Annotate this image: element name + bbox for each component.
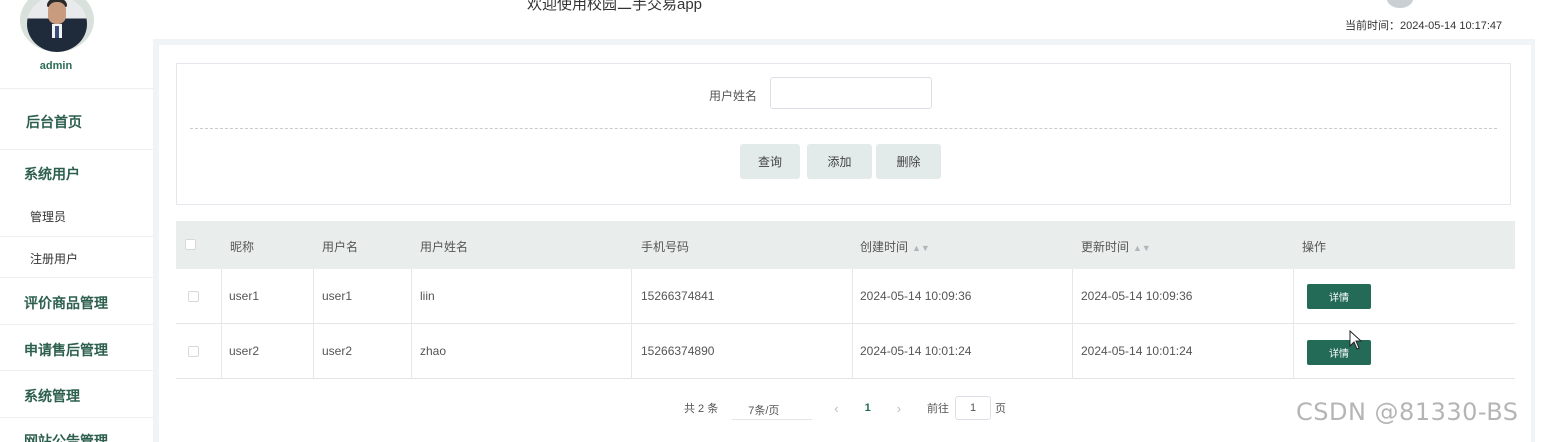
query-button-label: 查询 xyxy=(757,155,782,169)
column-header-updated[interactable]: 更新时间 ▲▼ xyxy=(1081,238,1151,255)
cell-updated: 2024-05-14 10:09:36 xyxy=(1081,289,1193,303)
prev-page-icon[interactable]: ‹ xyxy=(834,401,838,416)
cell-divider xyxy=(1293,269,1294,324)
column-header: 用户姓名 xyxy=(420,240,469,254)
cell-updated: 2024-05-14 10:01:24 xyxy=(1081,344,1193,358)
sidebar-item-review-goods[interactable]: 评价商品管理 xyxy=(0,278,153,325)
cell-phone: 15266374841 xyxy=(641,289,715,303)
pagination-total: 共 2 条 xyxy=(684,403,719,415)
sidebar-item-label: 评价商品管理 xyxy=(24,295,108,311)
time-label: 当前时间： xyxy=(1345,20,1400,32)
cell-username: user2 xyxy=(322,344,353,358)
watermark: CSDN @81330-BS xyxy=(1296,398,1519,426)
query-button[interactable]: 查询 xyxy=(740,144,800,179)
cell-nickname: user2 xyxy=(229,344,260,358)
select-all-checkbox[interactable] xyxy=(185,239,196,250)
time-value: 2024-05-14 10:17:47 xyxy=(1400,20,1503,32)
cell-divider xyxy=(411,269,412,324)
sidebar-subitem-label: 注册用户 xyxy=(30,252,79,266)
mouse-cursor-icon xyxy=(1349,330,1363,350)
cell-divider xyxy=(852,269,853,324)
cell-realname: zhao xyxy=(420,344,447,358)
avatar[interactable] xyxy=(20,0,94,52)
column-header-label: 更新时间 xyxy=(1081,240,1130,254)
search-input[interactable] xyxy=(770,77,932,109)
sidebar-item-system-users[interactable]: 系统用户 xyxy=(0,150,153,195)
header-avatar[interactable] xyxy=(1387,0,1413,8)
cell-created: 2024-05-14 10:09:36 xyxy=(860,289,972,303)
sidebar-subitem-registered-users[interactable]: 注册用户 xyxy=(0,237,153,278)
add-button[interactable]: 添加 xyxy=(807,144,872,179)
delete-button-label: 删除 xyxy=(896,155,921,169)
sidebar-item-after-sales[interactable]: 申请售后管理 xyxy=(0,325,153,371)
sidebar-item-label: 系统管理 xyxy=(24,388,80,404)
row-checkbox[interactable] xyxy=(188,291,199,302)
column-header: 昵称 xyxy=(230,240,255,254)
cell-divider xyxy=(1072,269,1073,324)
detail-button-label: 详情 xyxy=(1329,349,1349,360)
current-page[interactable]: 1 xyxy=(865,402,871,414)
cell-divider xyxy=(411,324,412,379)
cell-realname: liin xyxy=(420,289,435,303)
current-time: 当前时间：2024-05-14 10:17:47 xyxy=(1345,17,1502,33)
cell-divider xyxy=(221,269,222,324)
page-size-select[interactable]: 7条/页 xyxy=(732,396,813,420)
cell-divider xyxy=(1072,324,1073,379)
cell-divider xyxy=(313,324,314,379)
sidebar-item-label: 系统用户 xyxy=(24,166,80,182)
sidebar-subitem-label: 管理员 xyxy=(30,210,67,224)
cell-divider xyxy=(313,269,314,324)
cell-divider xyxy=(221,324,222,379)
column-header-label: 创建时间 xyxy=(860,240,909,254)
table-header: 昵称 用户名 用户姓名 手机号码 创建时间 ▲▼ 更新时间 ▲▼ 操作 xyxy=(176,221,1515,269)
sidebar-item-label: 后台首页 xyxy=(26,114,82,130)
table-row: user2 user2 zhao 15266374890 2024-05-14 … xyxy=(176,324,1515,379)
cell-created: 2024-05-14 10:01:24 xyxy=(860,344,972,358)
column-header: 手机号码 xyxy=(641,240,690,254)
sidebar-subitem-admins[interactable]: 管理员 xyxy=(0,195,153,237)
page-unit-label: 页 xyxy=(995,403,1007,415)
cell-divider xyxy=(631,269,632,324)
sidebar-item-announcements[interactable]: 网站公告管理 xyxy=(0,418,153,442)
cell-divider xyxy=(852,324,853,379)
pagination: 共 2 条 7条/页 ‹ 1 › 前往 1 页 xyxy=(684,396,1006,420)
sidebar-item-home[interactable]: 后台首页 xyxy=(0,88,153,150)
admin-username: admin xyxy=(39,60,73,72)
delete-button[interactable]: 删除 xyxy=(876,144,941,179)
sidebar-item-system-management[interactable]: 系统管理 xyxy=(0,371,153,418)
sidebar-item-label: 申请售后管理 xyxy=(24,342,108,358)
goto-page-value: 1 xyxy=(969,402,977,414)
table-row: user1 user1 liin 15266374841 2024-05-14 … xyxy=(176,269,1515,324)
page-size-value: 7条/页 xyxy=(748,405,780,417)
column-header: 用户名 xyxy=(322,240,359,254)
sidebar-item-label: 网站公告管理 xyxy=(24,433,108,442)
welcome-title: 欢迎使用校园二手交易app xyxy=(527,0,703,13)
goto-page-input[interactable]: 1 xyxy=(955,396,992,420)
next-page-icon[interactable]: › xyxy=(897,401,901,416)
row-checkbox[interactable] xyxy=(188,346,199,357)
goto-label: 前往 xyxy=(927,403,950,415)
add-button-label: 添加 xyxy=(827,155,852,169)
sort-icon[interactable]: ▲▼ xyxy=(1133,243,1151,253)
detail-button-label: 详情 xyxy=(1329,293,1349,304)
cell-nickname: user1 xyxy=(229,289,260,303)
column-header: 操作 xyxy=(1302,240,1327,254)
detail-button[interactable]: 详情 xyxy=(1307,284,1371,309)
cell-username: user1 xyxy=(322,289,353,303)
sidebar: admin 后台首页 系统用户 管理员 注册用户 评价商品管理 申请售后管理 系… xyxy=(0,0,153,442)
column-header-created[interactable]: 创建时间 ▲▼ xyxy=(860,238,930,255)
search-label: 用户姓名 xyxy=(709,89,758,103)
cell-divider xyxy=(631,324,632,379)
cell-divider xyxy=(1293,324,1294,379)
sort-icon[interactable]: ▲▼ xyxy=(912,243,930,253)
divider xyxy=(190,128,1497,129)
cell-phone: 15266374890 xyxy=(641,344,715,358)
